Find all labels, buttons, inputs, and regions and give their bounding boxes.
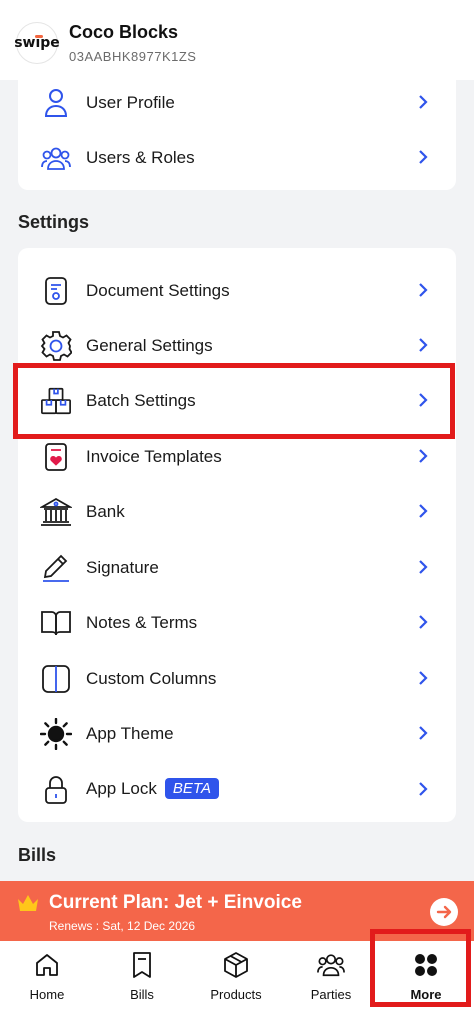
nav-home[interactable]: Home bbox=[0, 941, 94, 1010]
signature-label: Signature bbox=[86, 557, 159, 577]
header: swipe Coco Blocks 03AABHK8977K1ZS bbox=[0, 0, 474, 80]
home-icon bbox=[33, 951, 61, 979]
box-icon bbox=[222, 951, 250, 979]
grid-icon bbox=[412, 951, 440, 979]
settings-card: Document Settings General Settings Batch… bbox=[18, 248, 456, 822]
app-theme-label: App Theme bbox=[86, 723, 174, 743]
app: swipe Coco Blocks 03AABHK8977K1ZS User P… bbox=[0, 0, 474, 1010]
invoice-template-icon bbox=[40, 441, 72, 473]
nav-home-label: Home bbox=[29, 987, 65, 1002]
crown-icon bbox=[18, 895, 38, 911]
nav-more[interactable]: More bbox=[379, 941, 473, 1010]
account-card: User Profile Users & Roles bbox=[18, 78, 456, 190]
app-theme-row[interactable]: App Theme bbox=[18, 706, 456, 761]
batch-settings-row[interactable]: Batch Settings bbox=[18, 373, 456, 428]
app-lock-text: App Lock bbox=[86, 778, 157, 798]
bank-icon bbox=[40, 496, 72, 528]
users-roles-row[interactable]: Users & Roles bbox=[18, 130, 456, 185]
columns-icon bbox=[40, 663, 72, 695]
settings-section-title: Settings bbox=[18, 212, 90, 232]
chevron-right-icon bbox=[419, 726, 428, 740]
app-lock-label: App Lock BETA bbox=[86, 778, 219, 800]
bills-section-title: Bills bbox=[18, 845, 57, 865]
general-settings-label: General Settings bbox=[86, 335, 213, 355]
user-icon bbox=[40, 87, 72, 119]
nav-parties-label: Parties bbox=[310, 987, 352, 1002]
bank-label: Bank bbox=[86, 501, 125, 521]
chevron-right-icon bbox=[419, 504, 428, 518]
bottom-nav: Home Bills Products Parties More bbox=[0, 941, 474, 1010]
nav-bills[interactable]: Bills bbox=[95, 941, 189, 1010]
chevron-right-icon bbox=[419, 782, 428, 796]
gear-icon bbox=[40, 330, 72, 362]
sun-icon bbox=[40, 718, 72, 750]
custom-columns-row[interactable]: Custom Columns bbox=[18, 651, 456, 706]
batch-settings-label: Batch Settings bbox=[86, 390, 196, 410]
book-icon bbox=[40, 607, 72, 639]
document-settings-icon bbox=[40, 275, 72, 307]
nav-products[interactable]: Products bbox=[189, 941, 283, 1010]
chevron-right-icon bbox=[419, 95, 428, 109]
bank-row[interactable]: Bank bbox=[18, 484, 456, 539]
bookmark-icon bbox=[128, 951, 156, 979]
notes-terms-label: Notes & Terms bbox=[86, 612, 198, 632]
chevron-right-icon bbox=[419, 338, 428, 352]
signature-row[interactable]: Signature bbox=[18, 540, 456, 595]
invoice-templates-label: Invoice Templates bbox=[86, 446, 222, 466]
people-icon bbox=[317, 951, 345, 979]
company-gstin: 03AABHK8977K1ZS bbox=[69, 49, 197, 64]
arrow-right-icon bbox=[436, 905, 452, 919]
nav-products-label: Products bbox=[210, 987, 262, 1002]
user-profile-label: User Profile bbox=[86, 92, 175, 112]
boxes-icon bbox=[40, 385, 72, 417]
chevron-right-icon bbox=[419, 150, 428, 164]
plan-renews: Renews : Sat, 12 Dec 2026 bbox=[49, 919, 196, 933]
pen-icon bbox=[40, 552, 72, 584]
user-profile-row[interactable]: User Profile bbox=[18, 75, 456, 130]
general-settings-row[interactable]: General Settings bbox=[18, 318, 456, 373]
chevron-right-icon bbox=[419, 393, 428, 407]
company-name: Coco Blocks bbox=[69, 22, 179, 42]
app-lock-row[interactable]: App Lock BETA bbox=[18, 762, 456, 817]
document-settings-label: Document Settings bbox=[86, 280, 230, 300]
users-roles-label: Users & Roles bbox=[86, 147, 195, 167]
notes-terms-row[interactable]: Notes & Terms bbox=[18, 595, 456, 650]
nav-bills-label: Bills bbox=[130, 987, 154, 1002]
document-settings-row[interactable]: Document Settings bbox=[18, 263, 456, 318]
nav-more-label: More bbox=[410, 987, 442, 1002]
lock-icon bbox=[40, 774, 72, 806]
chevron-right-icon bbox=[419, 283, 428, 297]
chevron-right-icon bbox=[419, 560, 428, 574]
logo-dot bbox=[35, 35, 43, 38]
company-logo: swipe bbox=[14, 22, 60, 64]
nav-parties[interactable]: Parties bbox=[284, 941, 378, 1010]
plan-arrow-button[interactable] bbox=[430, 898, 458, 926]
chevron-right-icon bbox=[419, 671, 428, 685]
users-icon bbox=[40, 142, 72, 174]
custom-columns-label: Custom Columns bbox=[86, 668, 217, 688]
invoice-templates-row[interactable]: Invoice Templates bbox=[18, 429, 456, 484]
plan-title: Current Plan: Jet + Einvoice bbox=[49, 892, 302, 913]
beta-badge: BETA bbox=[164, 778, 219, 799]
chevron-right-icon bbox=[419, 449, 428, 463]
chevron-right-icon bbox=[419, 615, 428, 629]
